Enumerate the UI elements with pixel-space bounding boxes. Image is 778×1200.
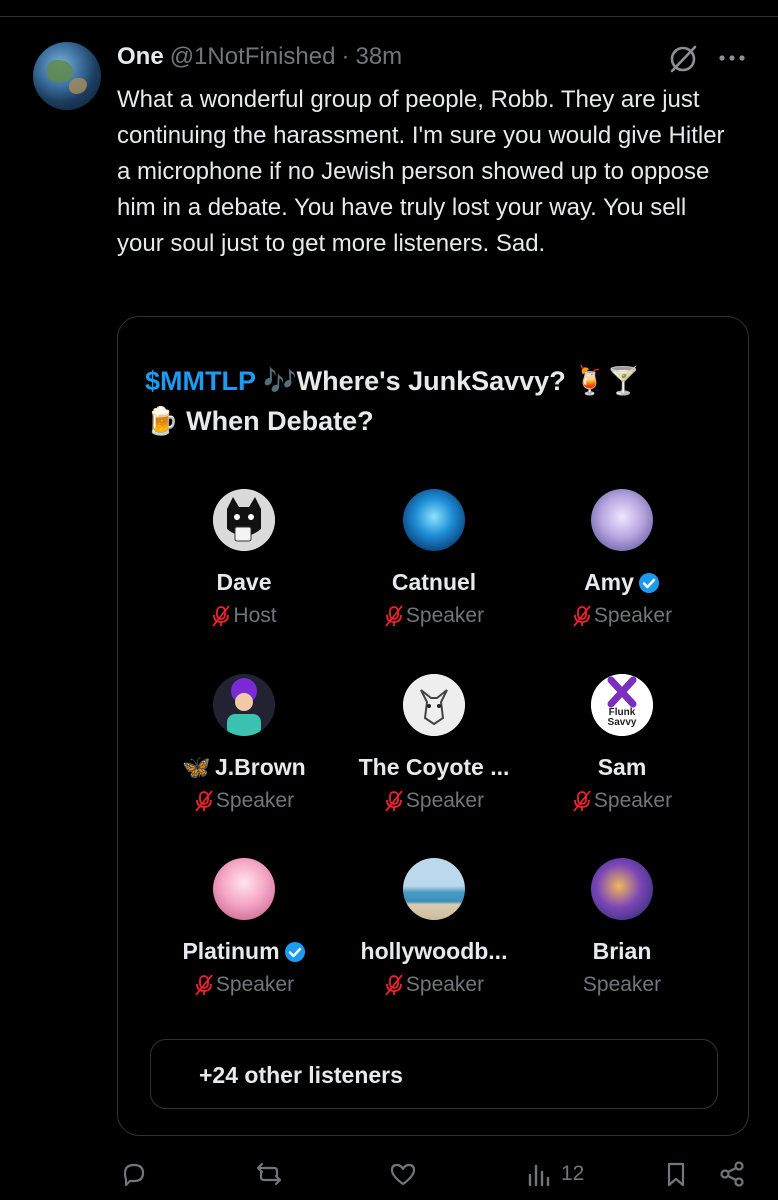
speaker-role: Speaker bbox=[339, 789, 529, 813]
speaker-brian[interactable]: Brian Speaker bbox=[527, 858, 717, 997]
author-name[interactable]: One bbox=[117, 43, 164, 71]
avatar bbox=[591, 858, 653, 920]
speaker-jbrown[interactable]: 🦋 J.Brown Speaker bbox=[149, 674, 339, 813]
post-header: One @1NotFinished · 38m bbox=[117, 42, 402, 72]
speaker-platinum[interactable]: Platinum Speaker bbox=[149, 858, 339, 997]
more-horizontal-icon[interactable] bbox=[715, 46, 749, 70]
author-avatar[interactable] bbox=[33, 42, 101, 110]
speaker-name-text: J.Brown bbox=[214, 754, 306, 780]
avatar bbox=[213, 489, 275, 551]
speaker-name-text: Amy bbox=[584, 569, 634, 595]
speaker-role-text: Speaker bbox=[405, 604, 485, 627]
speaker-role: Speaker bbox=[149, 789, 339, 813]
space-title: $MMTLP 🎶Where's JunkSavvy? 🍹🍸 🍺 When Deb… bbox=[145, 361, 735, 441]
butterfly-icon: 🦋 bbox=[182, 754, 211, 780]
speaker-role-text: Speaker bbox=[405, 789, 485, 812]
like-icon[interactable] bbox=[389, 1158, 417, 1190]
speaker-name: The Coyote ... bbox=[339, 754, 529, 781]
speaker-name: Amy bbox=[527, 569, 717, 596]
speaker-role-text: Host bbox=[233, 604, 277, 627]
space-cashtag[interactable]: $MMTLP bbox=[145, 366, 256, 396]
avatar bbox=[591, 489, 653, 551]
speaker-role-text: Speaker bbox=[405, 973, 485, 996]
speaker-role: Speaker bbox=[527, 604, 717, 628]
post-actions-bar: 12 bbox=[0, 1150, 778, 1200]
bookmark-icon[interactable] bbox=[662, 1158, 690, 1190]
speaker-name: hollywoodb... bbox=[339, 938, 529, 965]
other-listeners-button[interactable]: +24 other listeners bbox=[150, 1039, 718, 1109]
avatar: Flunk Savvy bbox=[591, 674, 653, 736]
speaker-role-text: Speaker bbox=[593, 604, 673, 627]
speaker-coyote[interactable]: The Coyote ... Speaker bbox=[339, 674, 529, 813]
speaker-name: Platinum bbox=[149, 938, 339, 965]
reply-icon[interactable] bbox=[120, 1158, 148, 1190]
speaker-name-text: Dave bbox=[216, 569, 272, 595]
repost-icon[interactable] bbox=[255, 1158, 283, 1190]
mic-muted-icon bbox=[572, 605, 592, 627]
mic-muted-icon bbox=[211, 605, 231, 627]
space-card[interactable]: $MMTLP 🎶Where's JunkSavvy? 🍹🍸 🍺 When Deb… bbox=[117, 316, 749, 1136]
speaker-role-text: Speaker bbox=[215, 789, 295, 812]
other-listeners-label: +24 other listeners bbox=[199, 1062, 403, 1088]
post-time[interactable]: 38m bbox=[355, 43, 402, 71]
speaker-name-text: Brian bbox=[592, 938, 652, 964]
verified-badge-icon bbox=[638, 572, 660, 594]
speaker-hollywoodb[interactable]: hollywoodb... Speaker bbox=[339, 858, 529, 997]
speaker-sam[interactable]: Flunk Savvy Sam Speaker bbox=[527, 674, 717, 813]
speaker-name-text: hollywoodb... bbox=[360, 938, 508, 964]
avatar bbox=[403, 489, 465, 551]
avatar bbox=[403, 674, 465, 736]
speaker-name: Dave bbox=[149, 569, 339, 596]
speaker-name-text: The Coyote ... bbox=[358, 754, 510, 780]
speaker-name: Brian bbox=[527, 938, 717, 965]
avatar-text: Flunk Savvy bbox=[607, 707, 637, 728]
post-text: What a wonderful group of people, Robb. … bbox=[117, 86, 725, 257]
speaker-role: Speaker bbox=[149, 973, 339, 997]
avatar bbox=[403, 858, 465, 920]
avatar bbox=[213, 858, 275, 920]
mic-muted-icon bbox=[194, 790, 214, 812]
speaker-role: Host bbox=[149, 604, 339, 628]
mic-muted-icon bbox=[384, 790, 404, 812]
space-title-text: 🎶Where's JunkSavvy? 🍹🍸 bbox=[263, 366, 641, 396]
speaker-dave[interactable]: Dave Host bbox=[149, 489, 339, 628]
speaker-name-text: Catnuel bbox=[391, 569, 477, 595]
speaker-amy[interactable]: Amy Speaker bbox=[527, 489, 717, 628]
mic-muted-icon bbox=[194, 974, 214, 996]
avatar bbox=[213, 674, 275, 736]
separator-dot: · bbox=[341, 43, 350, 70]
mic-muted-icon bbox=[572, 790, 592, 812]
top-divider bbox=[0, 16, 778, 17]
grok-icon[interactable] bbox=[666, 42, 700, 76]
author-handle[interactable]: @1NotFinished bbox=[170, 43, 336, 71]
speaker-role: Speaker bbox=[527, 789, 717, 813]
speaker-role: Speaker bbox=[339, 604, 529, 628]
views-icon[interactable]: 12 bbox=[525, 1158, 584, 1190]
speaker-name: Catnuel bbox=[339, 569, 529, 596]
mic-muted-icon bbox=[384, 605, 404, 627]
speaker-name-text: Platinum bbox=[182, 938, 280, 964]
speaker-role: Speaker bbox=[527, 973, 717, 997]
verified-badge-icon bbox=[284, 941, 306, 963]
speaker-role-text: Speaker bbox=[582, 973, 662, 996]
mic-muted-icon bbox=[384, 974, 404, 996]
speaker-name: Sam bbox=[527, 754, 717, 781]
share-icon[interactable] bbox=[718, 1158, 746, 1190]
speaker-catnuel[interactable]: Catnuel Speaker bbox=[339, 489, 529, 628]
space-title-line2: 🍺 When Debate? bbox=[145, 406, 374, 436]
speaker-role-text: Speaker bbox=[215, 973, 295, 996]
speaker-name-text: Sam bbox=[597, 754, 647, 780]
speaker-role-text: Speaker bbox=[593, 789, 673, 812]
views-count: 12 bbox=[561, 1162, 585, 1185]
speaker-role: Speaker bbox=[339, 973, 529, 997]
speaker-name: 🦋 J.Brown bbox=[149, 754, 339, 781]
